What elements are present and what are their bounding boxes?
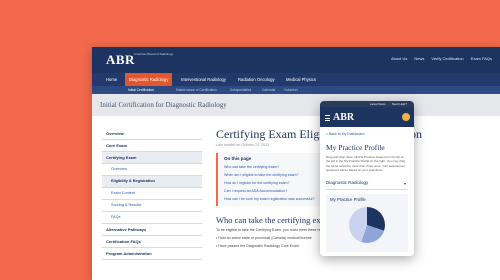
mobile-instructions: Drag and drop three Clinical Practice Ar… [326,155,406,172]
sidebar-nav: Overview Core Exam Certifying Exam Overv… [102,128,202,260]
page-title: Initial Certification for Diagnostic Rad… [100,101,227,109]
link-about-us[interactable]: About Us [391,56,407,61]
sidebar-item-certification-faqs[interactable]: Certification FAQs [102,236,202,248]
requirement-license-text: Hold an active state or provincial (Cana… [218,236,312,240]
diagnostic-radiology-section[interactable]: Diagnostic Radiology [326,180,408,185]
utility-nav: About Us News Verify Certification Exam … [391,56,492,61]
subnav-subspecialties[interactable]: Subspecialties [230,86,251,94]
nav-interventional-radiology[interactable]: Interventional Radiology [181,73,226,86]
practice-profile-card-title: My Practice Profile [330,197,366,202]
link-news[interactable]: News [414,56,424,61]
nav-radiation-oncology[interactable]: Radiation Oncology [238,73,275,86]
page-title-bar: Initial Certification for Diagnostic Rad… [92,94,500,116]
mobile-link-latest-news[interactable]: Latest News [370,102,385,106]
mobile-link-need-help[interactable]: Need Help? [392,102,407,106]
main-nav: Home Diagnostic Radiology Interventional… [92,73,500,86]
sidebar-subitem-faqs[interactable]: FAQs [102,212,202,224]
subnav-volunteer[interactable]: Volunteer [284,86,298,94]
nav-medical-physics[interactable]: Medical Physics [286,73,316,86]
sidebar-subitem-exam-content[interactable]: Exam Content [102,188,202,200]
requirement-core-exam-text: Have passed the Diagnostic Radiology Cor… [218,244,299,248]
abr-logo[interactable]: ABR [106,52,135,68]
desktop-browser-window: ABR American Board of Radiology About Us… [92,47,500,280]
logo-tagline: American Board of Radiology [134,52,174,56]
sidebar-item-program-administration[interactable]: Program Administration [102,248,202,260]
back-to-dashboard-link[interactable]: < Back to My Dashboard [326,132,364,136]
subnav-calendar[interactable]: Calendar [262,86,275,94]
divider [326,189,408,190]
link-verify-certification[interactable]: Verify Certification [431,56,463,61]
sidebar-item-certifying-exam[interactable]: Certifying Exam [102,152,202,164]
mobile-abr-logo[interactable]: ABR [333,112,354,123]
sidebar-subitem-overview[interactable]: Overview [102,164,202,176]
sidebar-item-alternative-pathways[interactable]: Alternative Pathways [102,224,202,236]
sidebar-subitem-scoring-results[interactable]: Scoring & Results [102,200,202,212]
sidebar-subitem-eligibility-registration[interactable]: Eligibility & Registration [102,176,202,188]
mobile-screen: Latest News Need Help? ABR < Back to My … [320,101,414,256]
link-exam-faqs[interactable]: Exam FAQs [471,56,492,61]
practice-profile-pie-chart[interactable] [349,207,385,243]
mobile-header: ABR [320,107,414,127]
sidebar-item-core-exam[interactable]: Core Exam [102,140,202,152]
nav-home[interactable]: Home [106,73,117,86]
sub-nav: Initial Certification Maintenance of Cer… [92,86,500,95]
subnav-maintenance-of-certification[interactable]: Maintenance of Certification [176,86,217,94]
nav-diagnostic-radiology[interactable]: Diagnostic Radiology [125,73,173,86]
hamburger-menu-icon[interactable] [325,115,330,121]
mobile-heading: My Practice Profile [326,143,385,152]
chevron-down-icon[interactable]: ▾ [404,181,406,186]
practice-profile-card: My Practice Profile [326,194,408,252]
sidebar-item-overview[interactable]: Overview [102,128,202,140]
site-header: ABR American Board of Radiology About Us… [92,47,500,73]
account-lock-icon[interactable] [402,113,410,121]
